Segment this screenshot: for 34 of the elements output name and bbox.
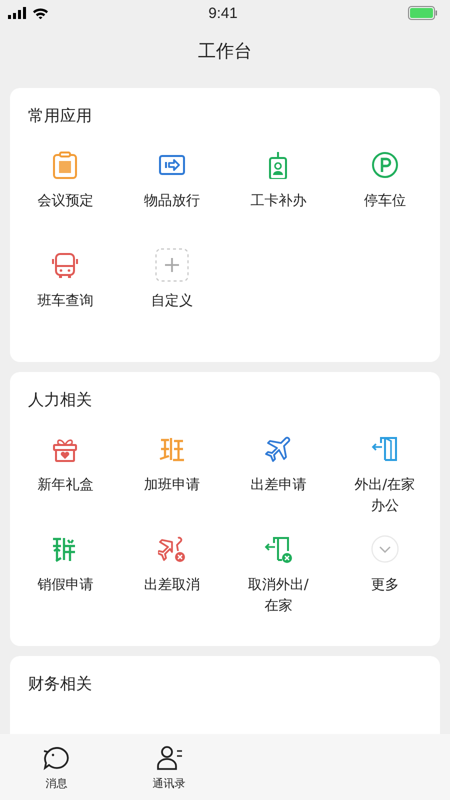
battery-icon — [408, 6, 438, 20]
signal-icon — [8, 7, 26, 19]
bus-icon — [51, 251, 80, 279]
app-shortcut[interactable]: 物品放行 — [118, 148, 225, 248]
door-exit-icon — [370, 435, 399, 463]
wifi-icon — [32, 7, 49, 19]
app-shortcut[interactable]: 外出/在家办公 — [332, 432, 438, 532]
app-shortcut[interactable]: 工卡补办 — [225, 148, 332, 248]
app-shortcut[interactable]: 停车位 — [332, 148, 438, 248]
door-cancel-icon — [264, 535, 292, 563]
app-shortcut[interactable]: 更多 — [332, 532, 438, 632]
airplane-icon — [264, 435, 292, 463]
app-shortcut[interactable]: 会议预定 — [12, 148, 118, 248]
overtime-icon — [158, 435, 186, 463]
airplane-cancel-icon — [158, 535, 186, 563]
chevron-down-icon — [370, 535, 399, 563]
app-shortcut[interactable]: 销假申请 — [12, 532, 118, 632]
app-shortcut[interactable]: 班车查询 — [12, 248, 118, 348]
app-shortcut[interactable]: 出差取消 — [118, 532, 225, 632]
tab-item[interactable]: 通讯录 — [112, 734, 225, 800]
status-time: 9:41 — [208, 4, 238, 22]
app-shortcut[interactable]: 出差申请 — [225, 432, 332, 532]
app-shortcut[interactable]: 加班申请 — [118, 432, 225, 532]
app-shortcut[interactable]: 取消外出/在家 — [225, 532, 332, 632]
app-shortcut[interactable]: 自定义 — [118, 248, 225, 348]
page-title: 工作台 — [198, 40, 252, 63]
app-shortcut[interactable]: 新年礼盒 — [12, 432, 118, 532]
tab-item[interactable]: 消息 — [0, 734, 112, 800]
section-title: 财务相关 — [27, 674, 93, 694]
contacts-icon — [154, 744, 183, 772]
parking-icon — [370, 151, 399, 179]
section-title: 常用应用 — [27, 106, 93, 126]
section-title: 人力相关 — [27, 390, 93, 410]
plus-icon — [154, 248, 189, 282]
